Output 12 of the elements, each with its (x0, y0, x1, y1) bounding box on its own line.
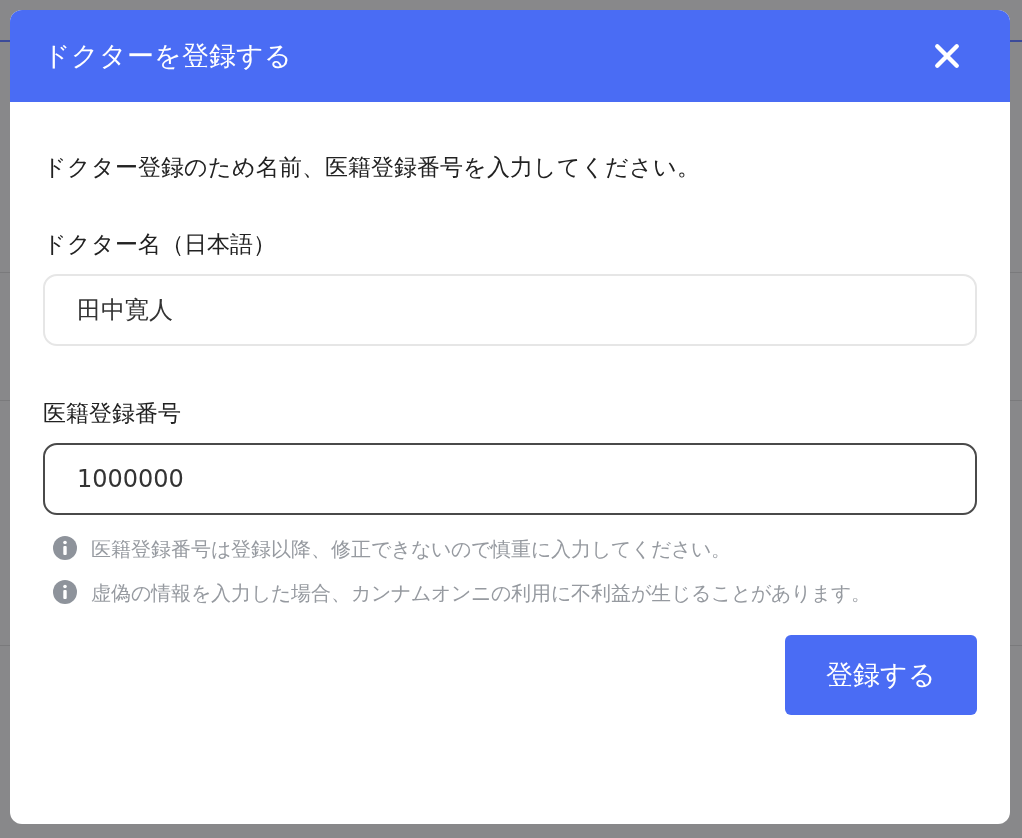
register-button[interactable]: 登録する (785, 635, 977, 715)
info-icon (53, 536, 77, 560)
note-text: 医籍登録番号は登録以降、修正できないので慎重に入力してください。 (91, 538, 731, 561)
field-label: ドクター名（日本語） (43, 230, 277, 259)
close-icon[interactable] (934, 43, 960, 69)
field-label: 医籍登録番号 (43, 399, 182, 428)
input-field[interactable]: 1000000 (43, 443, 977, 515)
dialog-description: ドクター登録のため名前、医籍登録番号を入力してください。 (43, 153, 701, 182)
input-field[interactable]: 田中寛人 (43, 274, 977, 346)
dialog-title: ドクターを登録する (43, 39, 292, 73)
info-icon (53, 580, 77, 604)
note-text: 虚偽の情報を入力した場合、カンナムオンニの利用に不利益が生じることがあります。 (91, 582, 871, 605)
